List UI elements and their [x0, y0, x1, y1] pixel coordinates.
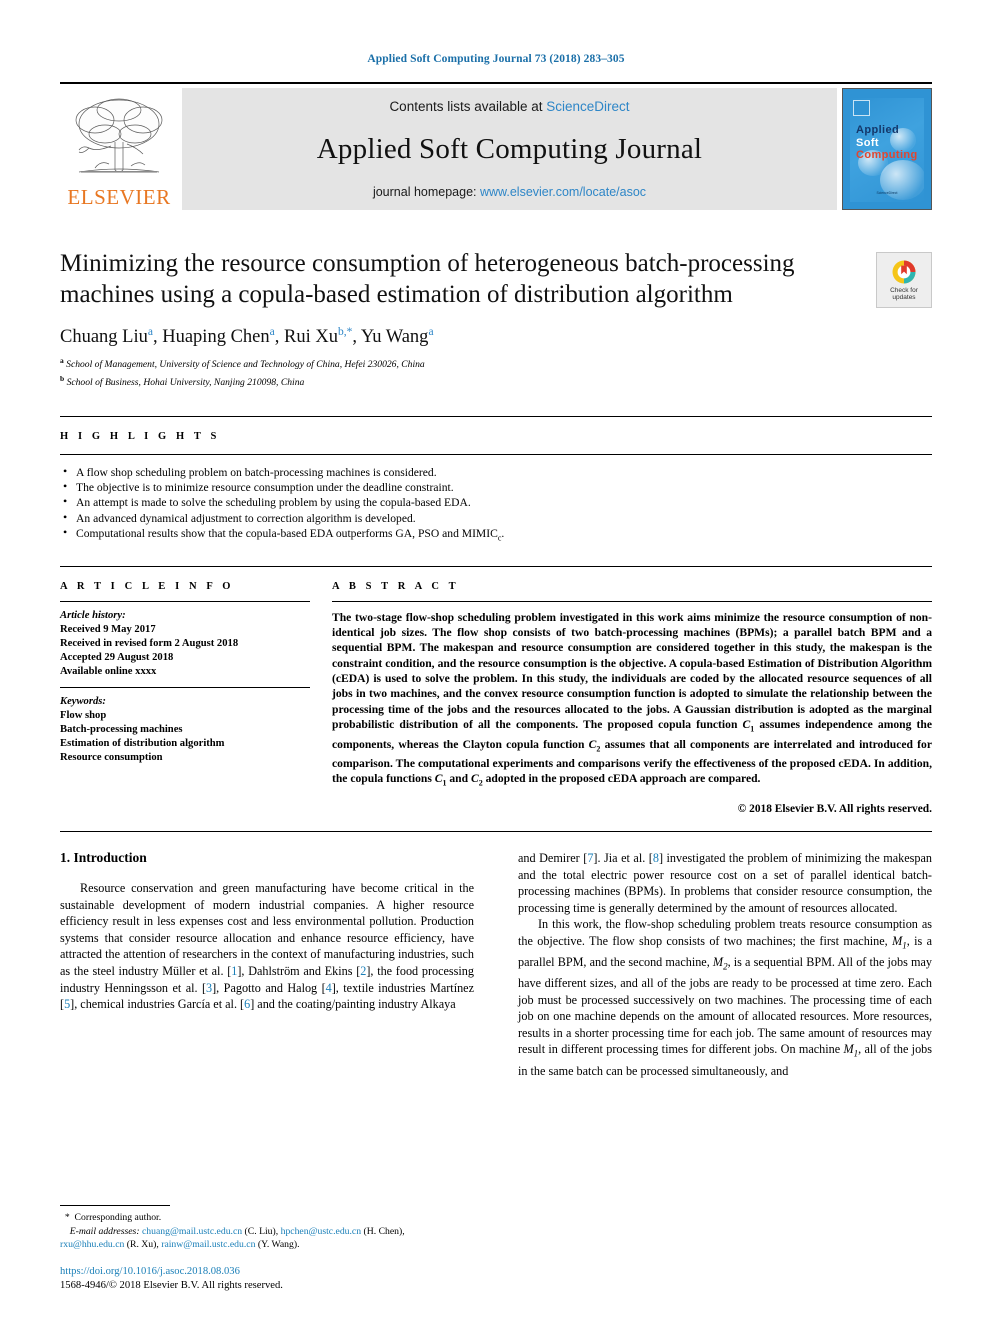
cover-title: Applied Soft Computing — [856, 124, 918, 162]
journal-title: Applied Soft Computing Journal — [316, 133, 703, 165]
email-addresses-note: E-mail addresses: chuang@mail.ustc.edu.c… — [60, 1225, 464, 1251]
cover-elsevier-icon — [853, 100, 870, 116]
list-item: A flow shop scheduling problem on batch-… — [60, 464, 932, 480]
author-list: Chuang Liua, Huaping Chena, Rui Xub,*, Y… — [60, 326, 434, 348]
crossmark-label: Check for updates — [890, 287, 918, 302]
paragraph: Resource conservation and green manufact… — [60, 881, 474, 1012]
highlights-list: A flow shop scheduling problem on batch-… — [60, 464, 932, 546]
elsevier-logo: ELSEVIER — [60, 88, 178, 210]
page-title: Minimizing the resource consumption of h… — [60, 250, 795, 308]
keywords-title: Keywords: — [60, 695, 106, 707]
section-heading-introduction: 1. Introduction — [60, 850, 147, 866]
paragraph: and Demirer [7]. Jia et al. [8] investig… — [518, 851, 933, 915]
affiliation-mark: a — [60, 356, 64, 366]
issn-copyright-line: 1568-4946/© 2018 Elsevier B.V. All right… — [60, 1280, 283, 1291]
article-history-item: Received 9 May 2017 — [60, 623, 156, 635]
article-history-item: Received in revised form 2 August 2018 — [60, 637, 239, 649]
asterisk-icon: * — [60, 1212, 75, 1224]
running-head: Applied Soft Computing Journal 73 (2018)… — [367, 53, 625, 65]
keyword: Batch-processing machines — [60, 723, 183, 735]
doi-block: https://doi.org/10.1016/j.asoc.2018.08.0… — [60, 1265, 490, 1293]
crossmark-icon — [892, 260, 916, 283]
list-item: The objective is to minimize resource co… — [60, 479, 932, 495]
list-item: An attempt is made to solve the scheduli… — [60, 494, 932, 510]
article-info-column: A R T I C L E I N F O Article history: R… — [60, 581, 310, 815]
list-item: Computational results show that the copu… — [60, 525, 932, 546]
body-left-column: 1. Introduction Resource conservation an… — [60, 850, 474, 1079]
contents-list-line: Contents lists available at ScienceDirec… — [389, 99, 629, 114]
abstract-column: A B S T R A C T The two-stage flow-shop … — [332, 581, 932, 815]
affiliation-text: School of Management, University of Scie… — [66, 359, 425, 371]
crossmark-badge[interactable]: Check for updates — [876, 252, 932, 308]
elsevier-wordmark: ELSEVIER — [67, 185, 171, 209]
cover-footer-text: ScienceDirect — [876, 191, 898, 195]
footnote-block: * Corresponding author. E-mail addresses… — [60, 1205, 464, 1251]
keyword: Resource consumption — [60, 751, 163, 763]
keyword: Flow shop — [60, 709, 107, 721]
footnote-rule — [60, 1205, 170, 1207]
cover-line-3: Computing — [856, 149, 918, 161]
article-info-label: A R T I C L E I N F O — [60, 580, 235, 592]
article-history-group: Article history: Received 9 May 2017 Rec… — [60, 602, 310, 687]
homepage-prefix: journal homepage: — [372, 185, 480, 199]
cover-line-2: Soft — [856, 136, 879, 149]
article-history-title: Article history: — [60, 609, 126, 621]
journal-masthead: ELSEVIER Contents lists available at Sci… — [60, 82, 932, 210]
abstract-text: The two-stage flow-shop scheduling probl… — [332, 610, 932, 788]
copyright-line: © 2018 Elsevier B.V. All rights reserved… — [737, 803, 932, 816]
highlights-rule — [60, 453, 932, 455]
title-block: Check for updates Minimizing the resourc… — [60, 248, 932, 390]
journal-homepage-link[interactable]: www.elsevier.com/locate/asoc — [480, 185, 646, 199]
elsevier-tree-icon — [75, 98, 163, 173]
cover-line-1: Applied — [856, 124, 900, 136]
highlights-section: H I G H L I G H T S A flow shop scheduli… — [60, 415, 932, 546]
info-abstract-section: A R T I C L E I N F O Article history: R… — [60, 565, 932, 815]
email-label: E-mail addresses: — [69, 1225, 140, 1237]
paragraph: In this work, the flow-shop scheduling p… — [518, 917, 932, 1078]
corresponding-author-text: Corresponding author. — [74, 1212, 162, 1224]
keyword: Estimation of distribution algorithm — [60, 737, 225, 749]
affiliation-a: a School of Management, University of Sc… — [60, 355, 932, 372]
crossmark-line-1: Check for — [890, 286, 918, 294]
cover-art: Applied Soft Computing ScienceDirect — [850, 98, 924, 202]
body-right-column: and Demirer [7]. Jia et al. [8] investig… — [518, 850, 932, 1079]
crossmark-line-2: updates — [892, 294, 916, 301]
body-top-rule — [60, 831, 932, 833]
doi-link[interactable]: https://doi.org/10.1016/j.asoc.2018.08.0… — [60, 1265, 490, 1279]
abstract-rule — [332, 600, 932, 602]
paper-page: Applied Soft Computing Journal 73 (2018)… — [0, 0, 992, 1323]
list-item: An advanced dynamical adjustment to corr… — [60, 510, 932, 526]
affiliation-mark: b — [60, 373, 65, 383]
body-columns: 1. Introduction Resource conservation an… — [60, 850, 932, 1079]
affiliation-text: School of Business, Hohai University, Na… — [66, 377, 305, 389]
journal-homepage-line: journal homepage: www.elsevier.com/locat… — [373, 185, 646, 199]
article-history-item: Available online xxxx — [60, 665, 157, 677]
sciencedirect-link[interactable]: ScienceDirect — [546, 99, 629, 114]
affiliation-b: b School of Business, Hohai University, … — [60, 373, 932, 390]
masthead-center: Contents lists available at ScienceDirec… — [182, 88, 837, 210]
journal-cover-thumbnail[interactable]: Applied Soft Computing ScienceDirect — [842, 88, 932, 210]
contents-prefix: Contents lists available at — [389, 99, 547, 114]
abstract-label: A B S T R A C T — [332, 580, 460, 592]
highlights-label: H I G H L I G H T S — [60, 430, 220, 442]
article-history-item: Accepted 29 August 2018 — [60, 651, 174, 663]
keywords-group: Keywords: Flow shop Batch-processing mac… — [60, 688, 310, 773]
corresponding-author-note: * Corresponding author. — [60, 1211, 464, 1224]
